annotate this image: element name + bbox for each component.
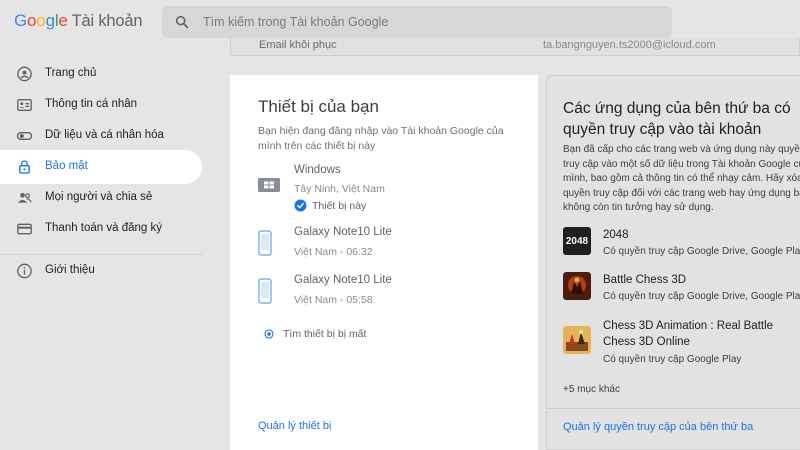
- device-item-phone[interactable]: Galaxy Note10 Lite Việt Nam - 05:58: [258, 274, 518, 314]
- app-2048-icon: 2048: [563, 227, 591, 255]
- sidebar-item-people-sharing[interactable]: Mọi người và chia sẻ: [0, 181, 202, 215]
- search-bar[interactable]: Tìm kiếm trong Tài khoản Google: [162, 6, 672, 38]
- devices-title: Thiết bị của bạn: [258, 97, 379, 116]
- logo-letter: o: [27, 11, 37, 30]
- recovery-email-value: ta.bangnguyen.ts2000@icloud.com: [543, 39, 716, 51]
- description-line: truy cập vào một số dữ liệu trong Tài kh…: [563, 158, 800, 170]
- devices-description: Bạn hiện đang đăng nhập vào Tài khoản Go…: [258, 125, 504, 152]
- battle-chess-icon: [563, 272, 591, 300]
- devices-card: Thiết bị của bạn Bạn hiện đang đăng nhập…: [230, 75, 538, 450]
- sidebar-item-label: Bảo mật: [45, 160, 88, 172]
- sidebar-item-label: Giới thiệu: [45, 264, 95, 276]
- app-item-chess-3d[interactable]: Chess 3D Animation : Real Battle Chess 3…: [563, 318, 800, 368]
- product-name: Tài khoản: [71, 12, 143, 30]
- app-access: Có quyền truy cập Google Drive, Google P…: [603, 291, 800, 302]
- logo-letter: G: [14, 11, 28, 30]
- device-name: Galaxy Note10 Lite: [294, 274, 392, 286]
- this-device-badge: Thiết bị này: [294, 199, 366, 212]
- sidebar-item-label: Thông tin cá nhân: [45, 98, 138, 110]
- description-line: quyền truy cập đối với các trang web hay…: [563, 187, 800, 199]
- recovery-email-row[interactable]: Email khôi phục ta.bangnguyen.ts2000@icl…: [230, 38, 800, 56]
- laptop-icon: [258, 178, 280, 192]
- app-name-line: Chess 3D Animation : Real Battle: [603, 320, 774, 332]
- lock-icon: [19, 160, 30, 174]
- app-access: Có quyền truy cập Google Play: [603, 354, 742, 365]
- device-location: Việt Nam - 06:32: [294, 246, 373, 258]
- third-party-title: Các ứng dụng của bên thứ ba có quyền tru…: [563, 100, 791, 138]
- recovery-email-label: Email khôi phục: [259, 39, 337, 51]
- device-item-phone[interactable]: Galaxy Note10 Lite Việt Nam - 06:32: [258, 226, 518, 266]
- logo-letter: e: [58, 11, 68, 30]
- device-name: Windows: [294, 164, 341, 176]
- sidebar-item-payments[interactable]: Thanh toán và đăng ký: [0, 212, 202, 246]
- toggle-icon: [16, 132, 33, 140]
- logo-letter: g: [45, 11, 55, 30]
- people-icon: [17, 193, 32, 203]
- info-icon: [17, 263, 32, 279]
- device-location: Việt Nam - 05:58: [294, 294, 373, 306]
- device-name: Galaxy Note10 Lite: [294, 226, 392, 238]
- device-item-windows[interactable]: Windows Tây Ninh, Việt Nam Thiết bị này: [258, 164, 518, 214]
- sidebar-item-personal-info[interactable]: Thông tin cá nhân: [0, 88, 202, 122]
- chess-3d-icon: [563, 326, 591, 354]
- description-line: không còn tin tưởng hay sử dụng.: [563, 202, 714, 213]
- device-location: Tây Ninh, Việt Nam: [294, 183, 385, 195]
- card-divider: [547, 408, 800, 409]
- logo-letter: o: [36, 11, 46, 30]
- locate-icon: [264, 329, 274, 339]
- sidebar-item-about[interactable]: Giới thiệu: [0, 254, 202, 288]
- manage-third-party-access-link[interactable]: Quản lý quyền truy cập của bên thứ ba: [563, 421, 753, 433]
- third-party-apps-card: Các ứng dụng của bên thứ ba có quyền tru…: [546, 75, 800, 450]
- google-account-logo[interactable]: Google Tài khoản: [14, 11, 143, 31]
- sidebar-item-label: Dữ liệu và cá nhân hóa: [45, 129, 164, 141]
- sidebar-item-label: Trang chủ: [45, 67, 97, 79]
- find-lost-device-label: Tìm thiết bị bị mất: [283, 328, 367, 340]
- third-party-description: Bạn đã cấp cho các trang web và ứng dụng…: [563, 143, 800, 216]
- app-item-battle-chess[interactable]: Battle Chess 3D Có quyền truy cập Google…: [563, 272, 800, 306]
- more-apps-count[interactable]: +5 mục khác: [563, 384, 620, 395]
- sidebar-item-label: Mọi người và chia sẻ: [45, 191, 153, 203]
- manage-devices-link[interactable]: Quản lý thiết bị: [258, 420, 331, 432]
- check-circle-icon: [294, 199, 307, 212]
- search-input[interactable]: Tìm kiếm trong Tài khoản Google: [203, 15, 388, 29]
- app-name-line: Chess 3D Online: [603, 336, 690, 348]
- description-line: Bạn đã cấp cho các trang web và ứng dụng…: [563, 144, 800, 155]
- id-card-icon: [17, 99, 32, 111]
- find-lost-device-link[interactable]: Tìm thiết bị bị mất: [263, 328, 366, 340]
- sidebar-item-security[interactable]: Bảo mật: [0, 150, 202, 184]
- this-device-label: Thiết bị này: [312, 199, 367, 212]
- credit-card-icon: [17, 223, 32, 235]
- person-circle-icon: [17, 66, 32, 82]
- app-name: 2048: [603, 229, 629, 241]
- search-icon[interactable]: [174, 14, 190, 30]
- app-item-2048[interactable]: 2048 2048 Có quyền truy cập Google Drive…: [563, 227, 800, 261]
- sidebar-item-label: Thanh toán và đăng ký: [45, 222, 162, 234]
- app-access: Có quyền truy cập Google Drive, Google P…: [603, 246, 800, 257]
- app-name: Chess 3D Animation : Real Battle Chess 3…: [603, 318, 773, 350]
- sidebar-item-data-privacy[interactable]: Dữ liệu và cá nhân hóa: [0, 119, 202, 153]
- phone-icon: [258, 230, 272, 256]
- app-name: Battle Chess 3D: [603, 274, 687, 286]
- phone-icon: [258, 278, 272, 304]
- description-line: mình, bao gồm cả thông tin có thể nhạy c…: [563, 173, 800, 184]
- sidebar-item-home[interactable]: Trang chủ: [0, 57, 202, 91]
